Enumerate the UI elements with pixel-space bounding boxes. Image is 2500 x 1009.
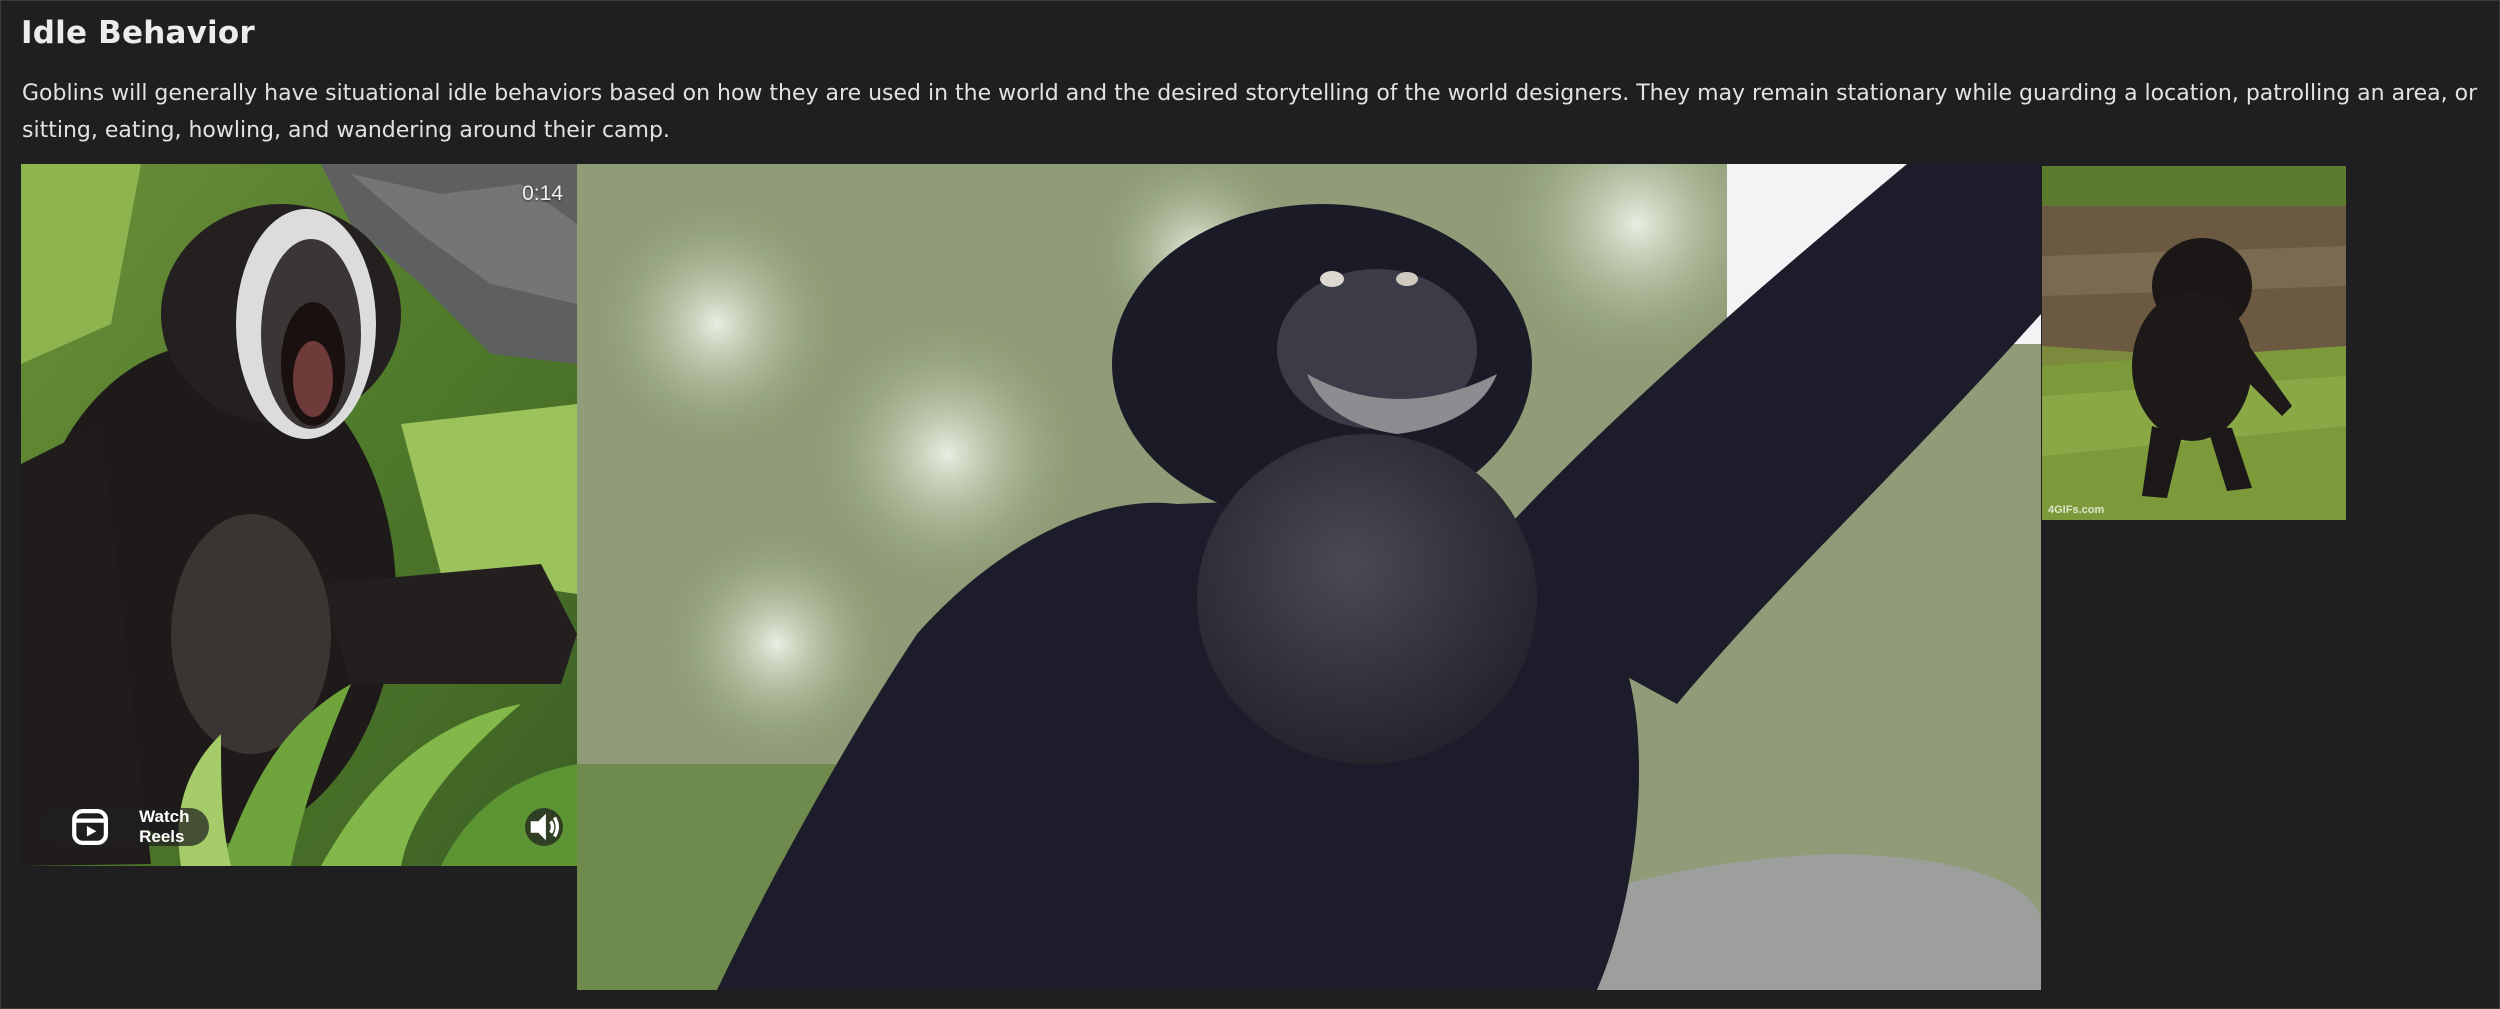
section-title: Idle Behavior xyxy=(21,15,255,51)
howling-gibbon-image xyxy=(21,164,577,866)
siamang-throat-sac-gif xyxy=(577,164,2041,990)
gif-watermark: 4GIFs.com xyxy=(2048,504,2105,516)
walking-chimp-gif: 4GIFs.com xyxy=(2042,166,2346,520)
howling-gibbon-video[interactable]: 0:14 Watch Reels xyxy=(21,164,577,866)
siamang-image xyxy=(577,164,2041,990)
speaker-icon xyxy=(530,813,560,841)
watch-reels-label: Watch Reels xyxy=(139,807,190,846)
video-timer: 0:14 xyxy=(522,182,563,205)
content-panel: Idle Behavior Goblins will generally hav… xyxy=(0,0,2500,1009)
sound-toggle-button[interactable] xyxy=(525,808,563,846)
section-description: Goblins will generally have situational … xyxy=(22,81,2478,143)
walking-chimp-image xyxy=(2042,166,2346,520)
reels-icon xyxy=(72,809,109,845)
watch-reels-button[interactable]: Watch Reels xyxy=(39,807,210,846)
